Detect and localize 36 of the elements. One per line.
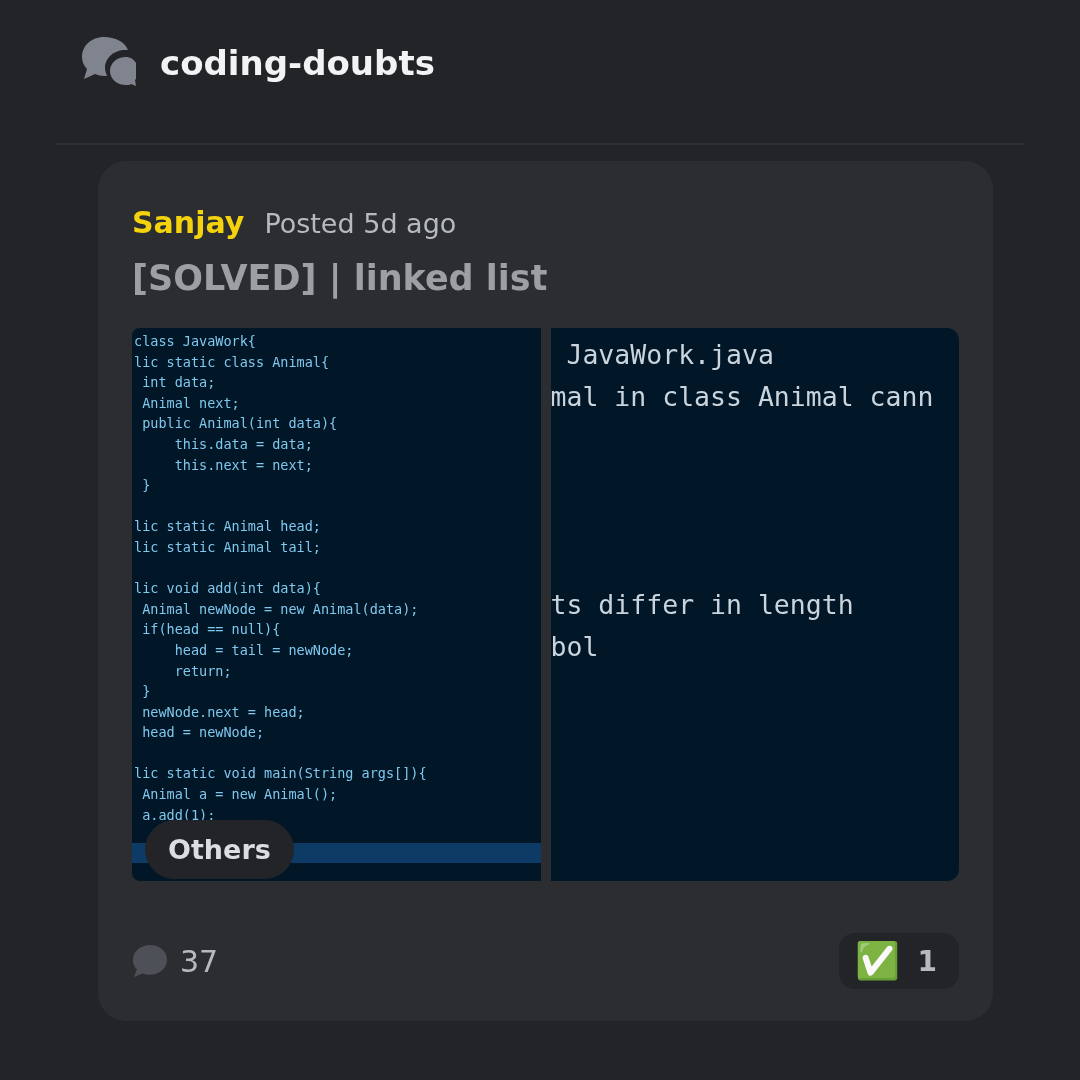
code-line: public Animal(int data){ [141,414,339,434]
code-screenshot[interactable] [132,328,541,881]
code-line: int data; [141,373,217,393]
post-time: Posted 5d ago [264,208,457,239]
code-line: this.data = data; [173,434,314,454]
channel-name: coding-doubts [160,42,435,83]
post-title: [SOLVED] | linked list [132,258,549,298]
check-mark-emoji: ✅ [854,943,900,979]
code-line: class JavaWork{ [134,332,257,351]
code-line: } [141,682,152,702]
code-line: } [141,476,152,496]
code-line: lic static Animal head; [134,517,322,537]
code-line: Animal next; [141,393,241,413]
code-line: Animal a = new Animal(); [141,785,339,805]
chat-bubble-icon [132,944,168,978]
code-line: return; [173,661,233,681]
code-line: lic static class Animal{ [134,352,331,372]
author-name[interactable]: Sanjay [132,205,245,240]
code-line: newNode.next = head; [141,702,306,722]
terminal-line: mal in class Animal cann [550,380,935,414]
code-line: this.next = next; [173,455,314,475]
code-line: lic static Animal tail; [134,537,322,557]
reaction-button[interactable]: ✅ 1 [838,933,959,989]
code-line: lic void add(int data){ [134,579,322,599]
code-line: if(head == null){ [141,620,282,640]
reply-count: 37 [180,943,219,979]
terminal-screenshot[interactable]: JavaWork.java mal in class Animal cann ts differ in length bol [550,328,959,881]
terminal-line: bol [550,630,600,664]
code-line: Animal newNode = new Animal(data); [141,599,420,619]
code-line: head = newNode; [141,723,266,743]
post-card[interactable] [98,161,993,1021]
code-line: head = tail = newNode; [173,640,355,660]
tag-chip: Others [145,820,294,879]
terminal-line: JavaWork.java [565,338,775,372]
terminal-line: ts differ in length [550,588,855,622]
code-line: lic static void main(String args[]){ [134,764,428,784]
